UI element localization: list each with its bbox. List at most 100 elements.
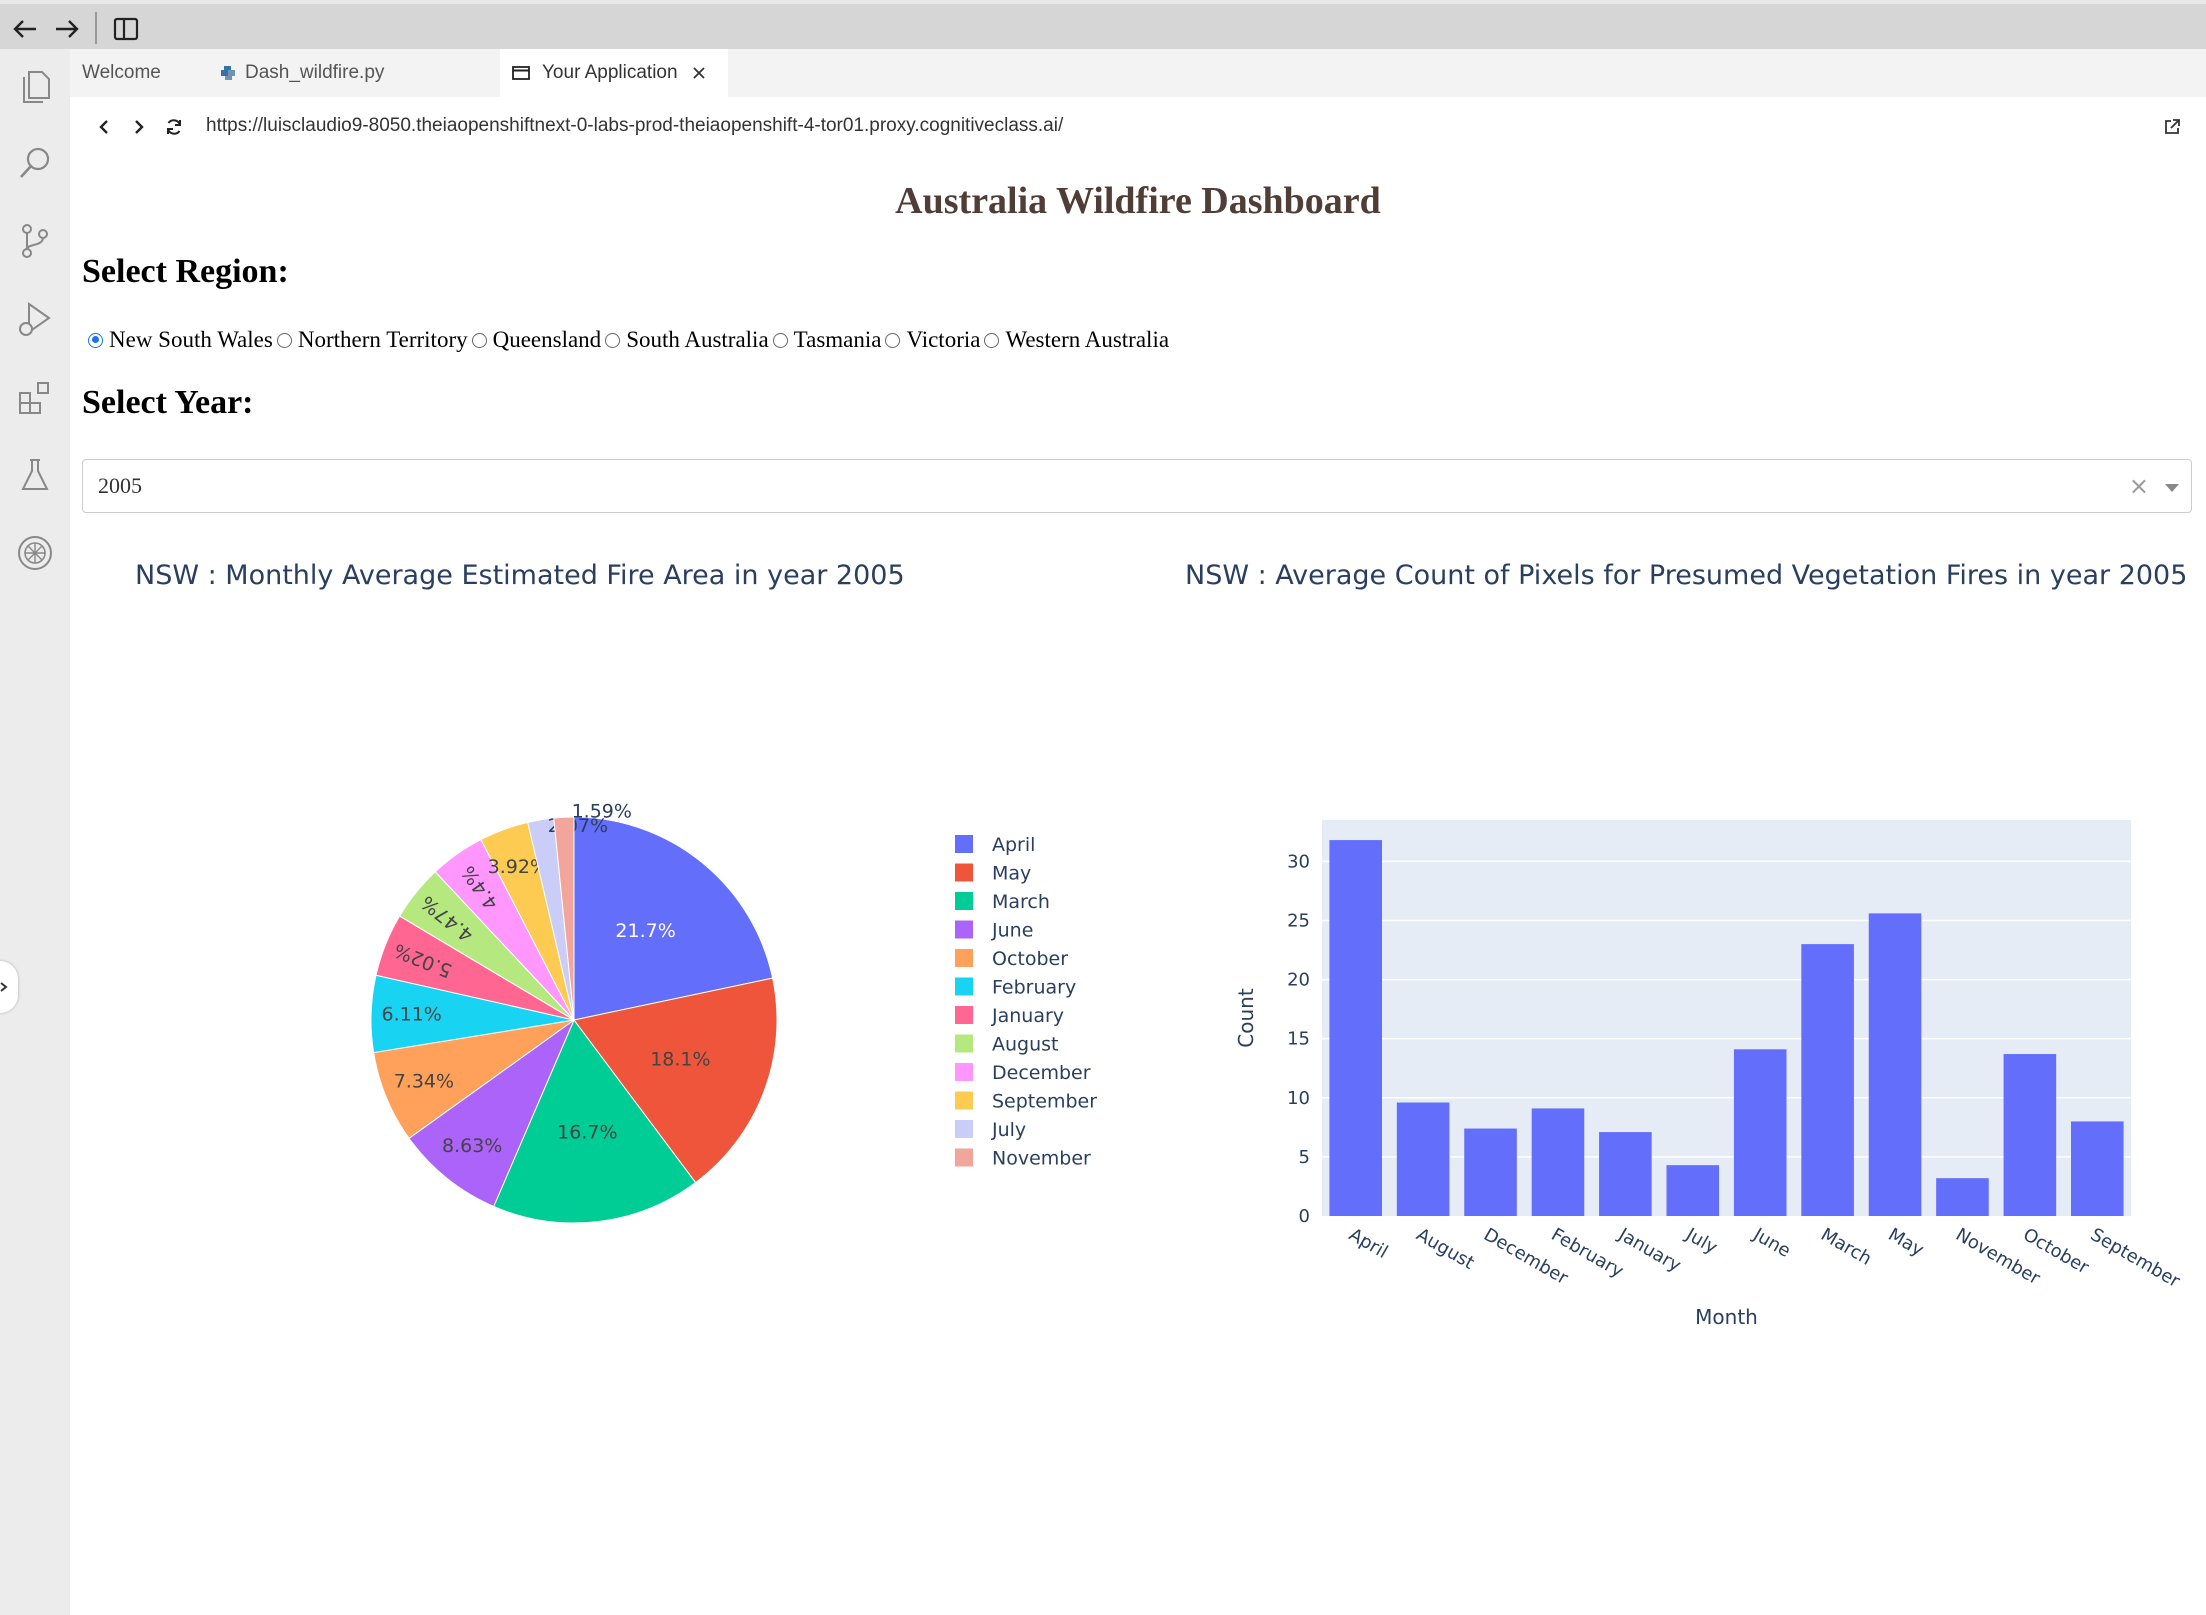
tab-label: Dash_wildfire.py: [245, 62, 385, 83]
bar-may: [1868, 913, 1922, 1216]
radio-button[interactable]: [984, 332, 1000, 348]
bar-february: [1531, 1108, 1585, 1216]
y-tick-label: 20: [1287, 970, 1310, 991]
pie-slice-label: 21.7%: [615, 920, 675, 942]
legend-label: May: [992, 863, 1031, 885]
radio-button[interactable]: [276, 332, 292, 348]
cognitive-class-logo-icon[interactable]: [11, 529, 59, 577]
close-tab-icon[interactable]: [692, 66, 706, 80]
bar-september: [2070, 1121, 2124, 1216]
tab-welcome[interactable]: Welcome: [70, 49, 198, 97]
source-control-icon[interactable]: [11, 217, 59, 265]
tab-label: Your Application: [542, 62, 678, 83]
bar-november: [1936, 1178, 1989, 1216]
year-dropdown[interactable]: 2005 ×: [82, 459, 2192, 513]
legend-swatch: [955, 892, 973, 910]
region-option[interactable]: South Australia: [605, 327, 769, 353]
region-option-label: New South Wales: [109, 327, 273, 352]
search-icon[interactable]: [11, 139, 59, 187]
bar-october: [2003, 1054, 2057, 1216]
x-tick-label: April: [1345, 1224, 1391, 1263]
region-option[interactable]: Victoria: [885, 327, 980, 353]
clear-selection-icon[interactable]: ×: [2129, 472, 2149, 500]
pie-slice-label: 6.11%: [381, 1004, 441, 1026]
y-tick-label: 30: [1287, 851, 1310, 872]
bar-chart: 051015202530April August DecemberFebruaryJ…: [1234, 820, 2184, 1329]
legend-label: December: [992, 1062, 1091, 1084]
y-tick-label: 0: [1299, 1206, 1310, 1227]
y-tick-label: 15: [1287, 1029, 1310, 1050]
open-external-icon[interactable]: [2158, 113, 2186, 141]
x-tick-label: August: [1413, 1224, 1478, 1274]
pie-legend: April May March June October February January A…: [955, 834, 1097, 1170]
radio-button[interactable]: [471, 332, 487, 348]
legend-label: September: [992, 1091, 1097, 1113]
lab-flask-icon[interactable]: [11, 451, 59, 499]
title-bar: [0, 0, 2206, 49]
region-option[interactable]: Northern Territory: [276, 327, 468, 353]
region-option[interactable]: Western Australia: [984, 327, 1169, 353]
bar-january: [1599, 1132, 1652, 1216]
tab-label: Welcome: [82, 62, 161, 83]
x-tick-label: March: [1817, 1224, 1875, 1270]
activity-bar: [0, 49, 70, 1615]
region-option[interactable]: Queensland: [471, 327, 601, 353]
refresh-icon[interactable]: [160, 113, 188, 141]
legend-swatch: [955, 977, 973, 996]
legend-label: February: [992, 977, 1076, 999]
back-arrow-icon[interactable]: [8, 12, 42, 46]
radio-button[interactable]: [885, 332, 901, 348]
pie-chart: 21.7%18.1%16.7%8.63%7.34%6.11%5.02%4.47%…: [370, 800, 1097, 1224]
forward-arrow-icon[interactable]: [50, 12, 84, 46]
radio-button[interactable]: [605, 332, 621, 348]
legend-label: January: [991, 1005, 1064, 1027]
x-tick-label: September: [2087, 1224, 2184, 1292]
region-option-label: South Australia: [626, 327, 769, 352]
year-heading: Select Year:: [82, 384, 254, 421]
y-tick-label: 10: [1287, 1088, 1310, 1109]
legend-label: March: [992, 891, 1050, 913]
editor-tab-bar: Welcome Dash_wildfire.py Your Applicatio…: [70, 49, 2206, 97]
bar-december: [1464, 1128, 1517, 1216]
region-option-label: Northern Territory: [297, 327, 468, 352]
region-option[interactable]: New South Wales: [88, 327, 273, 353]
legend-swatch: [955, 949, 973, 967]
radio-button[interactable]: [88, 332, 103, 348]
bar-july: [1666, 1165, 1720, 1216]
panel-toggle-handle[interactable]: [0, 961, 18, 1013]
region-option-label: Western Australia: [1005, 327, 1170, 352]
extensions-icon[interactable]: [11, 373, 59, 421]
x-axis-label: Month: [1695, 1305, 1758, 1329]
chevron-right-icon[interactable]: [125, 113, 153, 141]
bar-april: [1329, 840, 1383, 1216]
preview-url-bar: https://luisclaudio9-8050.theiaopenshift…: [70, 97, 2206, 157]
x-tick-label: January: [1614, 1224, 1685, 1277]
legend-label: July: [991, 1119, 1026, 1141]
region-option-label: Tasmania: [793, 327, 882, 352]
legend-swatch: [955, 835, 973, 853]
dash-app: Australia Wildfire Dashboard Select Regi…: [70, 157, 2206, 1615]
x-tick-label: June: [1749, 1224, 1794, 1262]
legend-swatch: [955, 1034, 973, 1053]
pie-slice-label: 16.7%: [557, 1121, 617, 1143]
url-text[interactable]: https://luisclaudio9-8050.theiaopenshift…: [206, 115, 1063, 137]
y-tick-label: 5: [1299, 1147, 1310, 1168]
split-layout-icon[interactable]: [109, 12, 143, 46]
legend-swatch: [955, 1091, 973, 1110]
tab-dash-wildfire[interactable]: Dash_wildfire.py: [202, 49, 500, 97]
legend-label: April: [992, 834, 1035, 856]
legend-swatch: [955, 920, 973, 939]
explorer-files-icon[interactable]: [11, 61, 59, 109]
year-selected-value: 2005: [98, 473, 142, 498]
chevron-left-icon[interactable]: [90, 113, 118, 141]
radio-button[interactable]: [772, 332, 788, 348]
run-debug-icon[interactable]: [11, 295, 59, 343]
region-radio-group: New South Wales Northern Territory Queensl…: [88, 327, 1173, 353]
chevron-down-icon[interactable]: [2165, 484, 2179, 492]
region-option[interactable]: Tasmania: [772, 327, 882, 353]
toolbar-divider: [95, 12, 97, 44]
browser-window-icon: [512, 66, 530, 80]
tab-your-application[interactable]: Your Application: [500, 49, 728, 97]
bar-june: [1733, 1049, 1787, 1216]
legend-label: August: [992, 1034, 1059, 1056]
